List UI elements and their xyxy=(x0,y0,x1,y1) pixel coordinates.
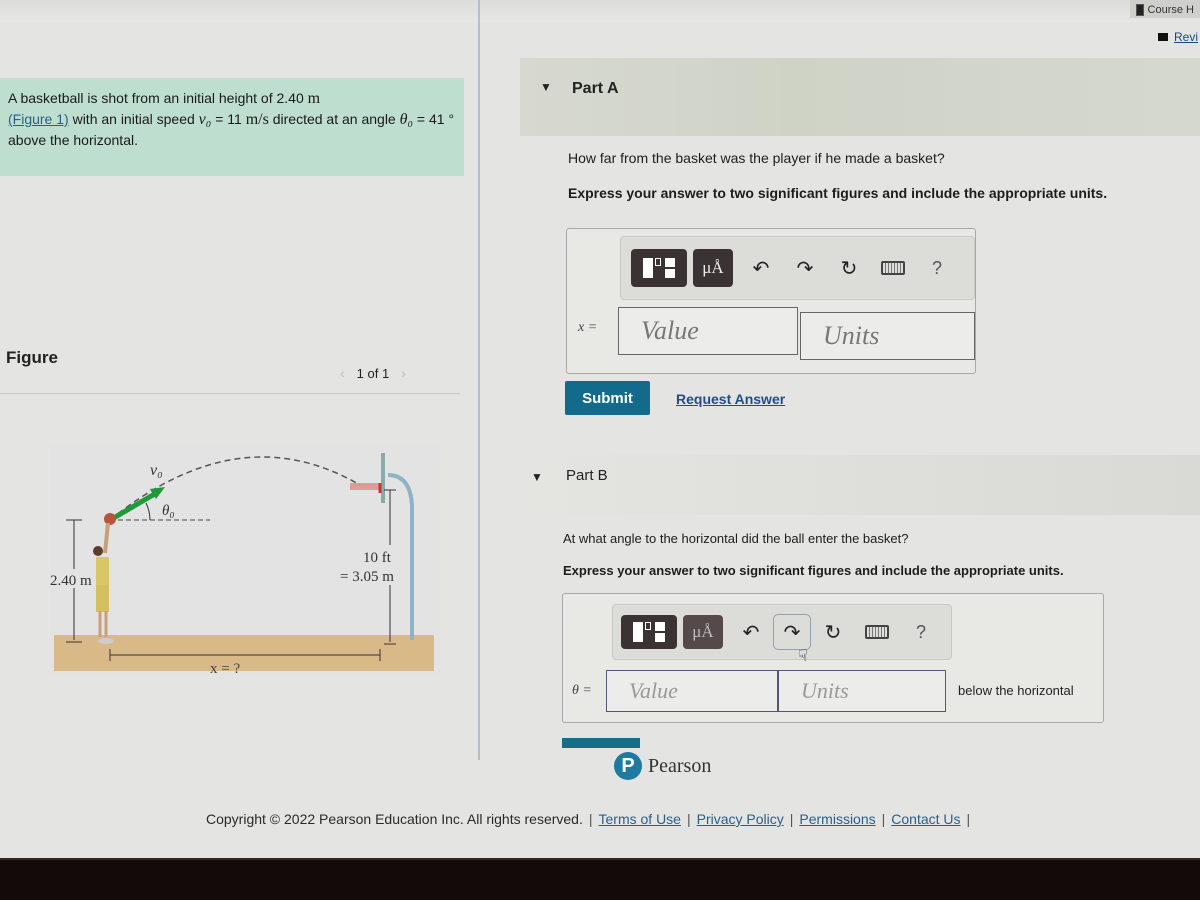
templates-button[interactable] xyxy=(621,615,677,649)
part-a-header[interactable] xyxy=(520,58,1200,136)
part-a-math-toolbar: μÅ ↶ ↷ ↻ ? xyxy=(620,236,975,300)
left-pane: A basketball is shot from an initial hei… xyxy=(0,0,478,845)
undo-icon[interactable]: ↶ xyxy=(739,249,783,287)
redo-icon[interactable]: ↷ xyxy=(783,249,827,287)
figure-link[interactable]: (Figure 1) xyxy=(8,111,69,127)
footer: Copyright © 2022 Pearson Education Inc. … xyxy=(206,811,970,827)
problem-text: = 11 xyxy=(211,111,246,127)
problem-statement: A basketball is shot from an initial hei… xyxy=(0,78,464,176)
part-b-math-toolbar: μÅ ↶ ↷ ↻ ? xyxy=(612,604,952,660)
part-b-question: At what angle to the horizontal did the … xyxy=(563,531,909,546)
problem-text: A basketball is shot from an initial hei… xyxy=(8,90,308,106)
keyboard-button[interactable] xyxy=(855,613,899,651)
templates-button[interactable] xyxy=(631,249,687,287)
copyright-text: Copyright © 2022 Pearson Education Inc. … xyxy=(206,811,583,827)
terms-of-use-link[interactable]: Terms of Use xyxy=(599,811,681,827)
part-a-question: How far from the basket was the player i… xyxy=(568,150,945,166)
undo-icon[interactable]: ↶ xyxy=(729,613,773,651)
part-b-instruction: Express your answer to two significant f… xyxy=(563,563,1064,578)
footer-separator: | xyxy=(686,811,691,827)
templates-icon xyxy=(643,258,675,278)
pointer-hand-icon: ☟ xyxy=(798,648,808,665)
reset-icon[interactable]: ↻ xyxy=(811,613,855,651)
help-icon[interactable]: ? xyxy=(899,613,943,651)
part-a-value-input[interactable]: Value xyxy=(618,307,798,355)
review-label: Revi xyxy=(1173,30,1198,44)
units-icon: μÅ xyxy=(702,258,724,277)
course-home-icon xyxy=(1135,4,1144,16)
keyboard-icon xyxy=(865,625,889,639)
problem-text: with an initial speed xyxy=(68,111,199,127)
problem-text: directed at an angle xyxy=(268,111,400,127)
request-answer-link[interactable]: Request Answer xyxy=(676,391,785,407)
redo-icon[interactable]: ↷ xyxy=(773,614,811,650)
pearson-name: Pearson xyxy=(648,754,712,777)
theta-symbol: θ₀ xyxy=(399,111,414,128)
unit-text: m/s xyxy=(245,111,269,128)
part-a-units-input[interactable]: Units xyxy=(800,312,975,360)
part-b-value-input[interactable]: Value xyxy=(606,670,778,712)
collapse-caret-icon[interactable]: ▼ xyxy=(540,80,552,94)
part-b-submit-button[interactable] xyxy=(562,738,640,748)
units-icon: μÅ xyxy=(692,622,714,641)
figure-title: Figure xyxy=(6,348,58,367)
help-icon[interactable]: ? xyxy=(915,249,959,287)
footer-separator: | xyxy=(789,811,794,827)
chevron-left-icon[interactable]: ‹ xyxy=(340,365,345,381)
figure-pager: ‹ 1 of 1 › xyxy=(340,365,406,381)
part-b-title: Part B xyxy=(566,467,608,484)
units-button[interactable]: μÅ xyxy=(693,249,733,287)
distance-label: x = ? xyxy=(210,661,240,675)
monitor-bezel xyxy=(0,858,1200,900)
course-home-button[interactable]: Course H xyxy=(1129,0,1200,18)
part-b-direction-label: below the horizontal xyxy=(958,683,1074,698)
course-home-label: Course H xyxy=(1147,4,1194,16)
rim-height-ft-label: 10 ft xyxy=(363,550,392,566)
footer-separator: | xyxy=(881,811,886,827)
footer-separator: | xyxy=(966,811,971,827)
basketball xyxy=(104,513,116,525)
part-b-header[interactable] xyxy=(530,455,1200,515)
privacy-policy-link[interactable]: Privacy Policy xyxy=(697,811,784,827)
permissions-link[interactable]: Permissions xyxy=(799,811,875,827)
basketball-figure: 2.40 m 10 ft = 3.05 m x = ? v₀ θ₀ xyxy=(50,445,440,675)
part-b-units-input[interactable]: Units xyxy=(778,670,946,712)
rim-height-m-label: = 3.05 m xyxy=(340,569,394,585)
reset-icon[interactable]: ↻ xyxy=(827,249,871,287)
v0-symbol: v₀ xyxy=(198,111,212,128)
pane-divider[interactable] xyxy=(478,0,480,760)
part-a-instruction: Express your answer to two significant f… xyxy=(568,185,1108,201)
theta0-label: θ₀ xyxy=(162,503,175,519)
review-icon xyxy=(1157,33,1168,41)
height-label: 2.40 m xyxy=(50,573,92,589)
keyboard-button[interactable] xyxy=(871,249,915,287)
v0-label: v₀ xyxy=(150,462,163,479)
part-a-variable-label: x = xyxy=(578,320,598,335)
units-button[interactable]: μÅ xyxy=(683,615,723,649)
submit-button[interactable]: Submit xyxy=(565,381,650,415)
part-a-title: Part A xyxy=(572,80,619,97)
unit-text: m xyxy=(307,90,321,107)
footer-separator: | xyxy=(588,811,593,827)
keyboard-icon xyxy=(881,261,905,275)
pearson-logo: P Pearson xyxy=(614,752,711,780)
pearson-logo-icon: P xyxy=(614,752,642,780)
figure-divider xyxy=(0,393,460,394)
review-link[interactable]: Revi xyxy=(1157,30,1200,44)
contact-us-link[interactable]: Contact Us xyxy=(891,811,960,827)
templates-icon xyxy=(633,622,665,642)
chevron-right-icon[interactable]: › xyxy=(401,365,406,381)
figure-page-count: 1 of 1 xyxy=(356,365,390,381)
collapse-caret-icon[interactable]: ▼ xyxy=(531,470,543,484)
part-b-variable-label: θ = xyxy=(572,683,592,698)
